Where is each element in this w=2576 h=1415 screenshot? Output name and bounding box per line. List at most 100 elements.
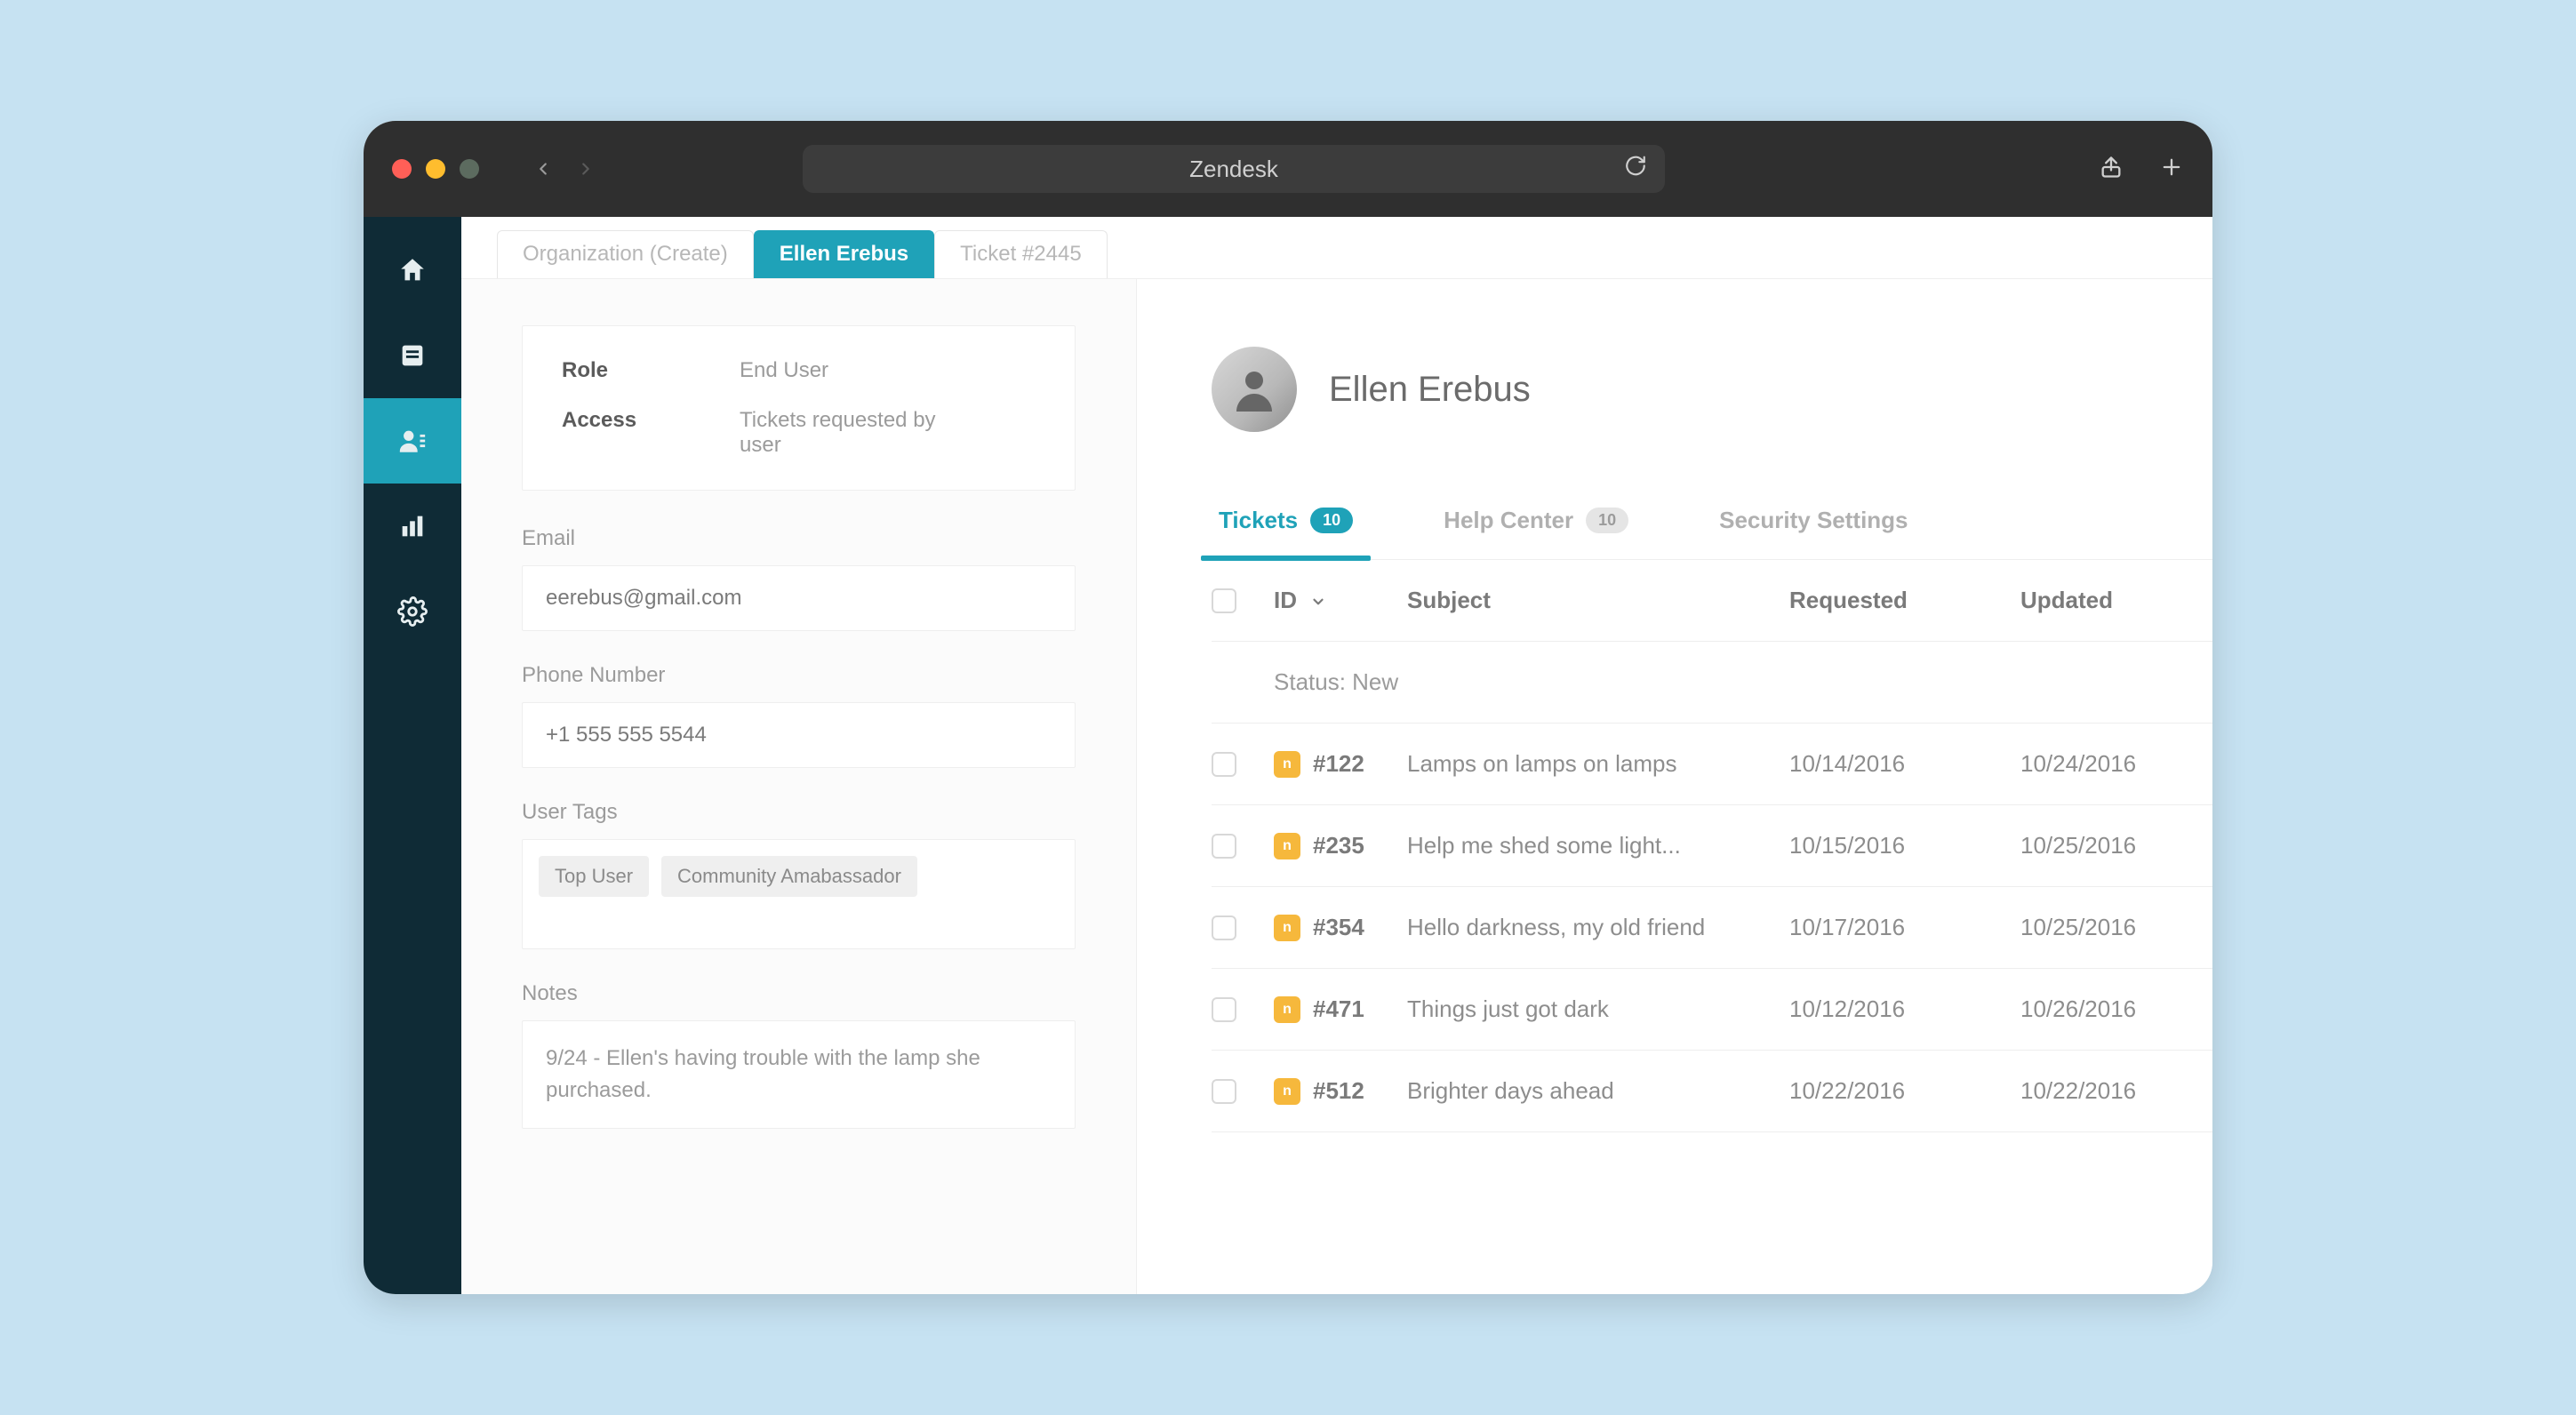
- access-label: Access: [562, 408, 740, 458]
- email-value: eerebus@gmail.com: [546, 586, 741, 610]
- subtab-label: Help Center: [1444, 507, 1573, 534]
- profile-pane: Role End User Access Tickets requested b…: [461, 279, 1137, 1294]
- status-group-row: Status: New: [1212, 642, 2212, 723]
- ticket-updated: 10/25/2016: [2020, 832, 2198, 859]
- notes-label: Notes: [522, 981, 1076, 1006]
- phone-field[interactable]: +1 555 555 5544: [522, 702, 1076, 768]
- ticket-requested: 10/12/2016: [1789, 995, 2020, 1023]
- status-label: Status: New: [1274, 668, 2198, 696]
- row-checkbox[interactable]: [1212, 752, 1236, 777]
- ticket-subject: Help me shed some light...: [1407, 832, 1789, 859]
- role-value: End User: [740, 358, 828, 383]
- notes-value: 9/24 - Ellen's having trouble with the l…: [546, 1046, 980, 1102]
- reload-icon[interactable]: [1624, 155, 1647, 184]
- tickets-pane: Ellen Erebus Tickets 10 Help Center 10: [1137, 279, 2212, 1294]
- tab-label: Organization (Create): [523, 242, 728, 267]
- window-maximize-button[interactable]: [460, 159, 479, 179]
- sidebar-item-home[interactable]: [364, 228, 461, 313]
- ticket-requested: 10/14/2016: [1789, 750, 2020, 778]
- tab-organization-create[interactable]: Organization (Create): [497, 230, 754, 278]
- phone-label: Phone Number: [522, 663, 1076, 688]
- sub-tabs: Tickets 10 Help Center 10 Security Setti…: [1212, 507, 2212, 560]
- table-row[interactable]: n#471 Things just got dark 10/12/2016 10…: [1212, 969, 2212, 1051]
- sidebar-item-settings[interactable]: [364, 569, 461, 654]
- email-label: Email: [522, 526, 1076, 551]
- titlebar: Zendesk: [364, 121, 2212, 217]
- table-row[interactable]: n #235 Help me shed some light... 10/15/2…: [1212, 805, 2212, 887]
- user-tag[interactable]: Community Amabassador: [661, 856, 917, 897]
- subtab-label: Tickets: [1219, 507, 1298, 534]
- chevron-down-icon: [1310, 587, 1326, 613]
- col-requested[interactable]: Requested: [1789, 587, 2020, 614]
- tab-ticket-2445[interactable]: Ticket #2445: [934, 230, 1108, 278]
- col-subject[interactable]: Subject: [1407, 587, 1789, 614]
- badge: 10: [1586, 508, 1628, 533]
- titlebar-right: [2099, 155, 2184, 184]
- ticket-subject: Lamps on lamps on lamps: [1407, 750, 1789, 778]
- tab-ellen-erebus[interactable]: Ellen Erebus: [754, 230, 934, 278]
- sidebar-item-views[interactable]: [364, 313, 461, 398]
- sidebar: [364, 217, 461, 1294]
- user-tag[interactable]: Top User: [539, 856, 649, 897]
- status-icon: n: [1274, 833, 1300, 859]
- tabstrip: Organization (Create) Ellen Erebus Ticke…: [461, 217, 2212, 279]
- role-access-card: Role End User Access Tickets requested b…: [522, 325, 1076, 491]
- subtab-help-center[interactable]: Help Center 10: [1436, 507, 1636, 559]
- avatar[interactable]: [1212, 347, 1297, 432]
- status-icon: n: [1274, 996, 1300, 1023]
- ticket-requested: 10/17/2016: [1789, 914, 2020, 941]
- user-name: Ellen Erebus: [1329, 370, 1531, 410]
- new-tab-icon[interactable]: [2159, 155, 2184, 184]
- address-bar[interactable]: Zendesk: [803, 145, 1665, 193]
- tab-label: Ticket #2445: [960, 242, 1082, 267]
- back-button[interactable]: [525, 151, 561, 187]
- ticket-updated: 10/24/2016: [2020, 750, 2198, 778]
- notes-field[interactable]: 9/24 - Ellen's having trouble with the l…: [522, 1020, 1076, 1129]
- address-title: Zendesk: [1189, 156, 1278, 183]
- tags-field[interactable]: Top User Community Amabassador: [522, 839, 1076, 949]
- role-label: Role: [562, 358, 740, 383]
- ticket-subject: Hello darkness, my old friend: [1407, 914, 1789, 941]
- sidebar-item-reports[interactable]: [364, 484, 461, 569]
- email-field[interactable]: eerebus@gmail.com: [522, 565, 1076, 631]
- status-icon: n: [1274, 915, 1300, 941]
- sidebar-item-customers[interactable]: [364, 398, 461, 484]
- ticket-updated: 10/22/2016: [2020, 1077, 2198, 1105]
- traffic-lights: [392, 159, 479, 179]
- ticket-id: #354: [1313, 914, 1364, 941]
- phone-value: +1 555 555 5544: [546, 723, 707, 747]
- user-header: Ellen Erebus: [1212, 347, 2212, 432]
- ticket-id: #471: [1313, 995, 1364, 1023]
- ticket-id: #512: [1313, 1077, 1364, 1105]
- ticket-updated: 10/25/2016: [2020, 914, 2198, 941]
- table-row[interactable]: n #512 Brighter days ahead 10/22/2016 10/…: [1212, 1051, 2212, 1132]
- row-checkbox[interactable]: [1212, 997, 1236, 1022]
- row-checkbox[interactable]: [1212, 834, 1236, 859]
- app-window: Zendesk: [364, 121, 2212, 1294]
- select-all-checkbox[interactable]: [1212, 588, 1236, 613]
- subtab-security-settings[interactable]: Security Settings: [1712, 507, 1915, 559]
- forward-button[interactable]: [568, 151, 604, 187]
- window-close-button[interactable]: [392, 159, 412, 179]
- row-checkbox[interactable]: [1212, 915, 1236, 940]
- col-label: ID: [1274, 587, 1297, 613]
- tickets-table: ID Subject Requested Updated: [1212, 560, 2212, 1132]
- nav-arrows: [525, 151, 604, 187]
- table-row[interactable]: n #354 Hello darkness, my old friend 10/1…: [1212, 887, 2212, 969]
- window-minimize-button[interactable]: [426, 159, 445, 179]
- row-checkbox[interactable]: [1212, 1079, 1236, 1104]
- access-value: Tickets requested by user: [740, 408, 953, 458]
- share-icon[interactable]: [2099, 155, 2124, 184]
- table-row[interactable]: n#122 Lamps on lamps on lamps 10/14/2016…: [1212, 723, 2212, 805]
- tags-label: User Tags: [522, 800, 1076, 825]
- ticket-id: #235: [1313, 832, 1364, 859]
- col-id[interactable]: ID: [1274, 587, 1407, 614]
- ticket-requested: 10/22/2016: [1789, 1077, 2020, 1105]
- ticket-subject: Brighter days ahead: [1407, 1077, 1789, 1105]
- status-icon: n: [1274, 751, 1300, 778]
- main-area: Organization (Create) Ellen Erebus Ticke…: [461, 217, 2212, 1294]
- ticket-requested: 10/15/2016: [1789, 832, 2020, 859]
- col-updated[interactable]: Updated: [2020, 587, 2198, 614]
- status-icon: n: [1274, 1078, 1300, 1105]
- subtab-tickets[interactable]: Tickets 10: [1212, 507, 1360, 559]
